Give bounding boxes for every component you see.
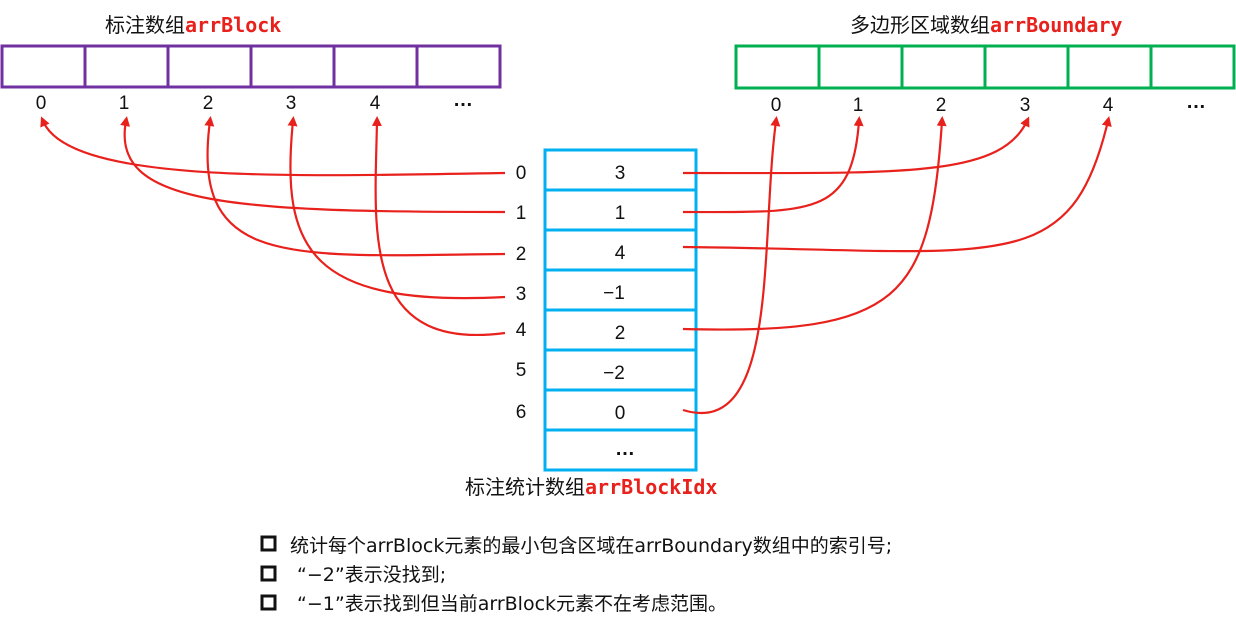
arrblock-index-ellipsis: … bbox=[453, 89, 473, 111]
arrboundary-title-var: arrBoundary bbox=[990, 13, 1122, 37]
arrblockidx-title: 标注统计数组arrBlockIdx bbox=[465, 475, 717, 499]
arrblockidx-value: −1 bbox=[603, 283, 625, 304]
arrblockidx-value: 4 bbox=[615, 243, 626, 264]
arrblockidx-value: 1 bbox=[615, 203, 626, 224]
arrboundary-title: 多边形区域数组arrBoundary bbox=[850, 13, 1122, 37]
arrboundary-cell bbox=[1066, 44, 1153, 90]
arrblockidx-title-cn: 标注统计数组 bbox=[465, 475, 585, 499]
mapping-arrow bbox=[120, 116, 506, 214]
arrblock-array bbox=[0, 44, 502, 89]
arrboundary-title-cn: 多边形区域数组 bbox=[850, 13, 990, 37]
arrboundary-index: 2 bbox=[936, 95, 947, 116]
arrboundary-cell bbox=[817, 44, 904, 90]
arrboundary-index-ellipsis: … bbox=[1186, 91, 1206, 113]
arrblockidx-row-index: 2 bbox=[516, 244, 527, 265]
note-text: “−2”表示没找到; bbox=[297, 564, 446, 586]
arrblockidx-value: 2 bbox=[615, 323, 626, 344]
note-bullet-icon bbox=[260, 535, 277, 552]
arrblock-index: 1 bbox=[119, 93, 130, 114]
arrblock-cell bbox=[166, 44, 253, 89]
notes: 统计每个arrBlock元素的最小包含区域在arrBoundary数组中的索引号… bbox=[260, 535, 892, 615]
arrboundary-indices: 0 1 2 3 4 … bbox=[771, 91, 1206, 116]
arrboundary-cell bbox=[734, 44, 821, 90]
arrboundary-index: 4 bbox=[1103, 95, 1114, 116]
arrblock-cell bbox=[0, 44, 87, 89]
arrblock-index: 2 bbox=[203, 93, 214, 114]
arrboundary-index: 0 bbox=[771, 95, 782, 116]
note-text: “−1”表示找到但当前arrBlock元素不在考虑范围。 bbox=[297, 593, 727, 615]
arrblock-index: 4 bbox=[370, 93, 381, 114]
arrblockidx-row-index: 0 bbox=[516, 163, 527, 184]
arrblock-index: 0 bbox=[36, 93, 47, 114]
arrblockidx-title-var: arrBlockIdx bbox=[585, 475, 717, 499]
note-bullet-icon bbox=[260, 594, 277, 611]
arrboundary-index: 1 bbox=[853, 95, 864, 116]
arrblock-cell bbox=[83, 44, 170, 89]
arrboundary-cell bbox=[983, 44, 1070, 90]
arrboundary-index: 3 bbox=[1020, 95, 1031, 116]
arrboundary-array bbox=[734, 44, 1236, 90]
arrboundary-cell bbox=[900, 44, 987, 90]
arrblockidx-row-indices: 0 1 2 3 4 5 6 bbox=[516, 163, 527, 423]
arrblock-title-var: arrBlock bbox=[185, 13, 281, 37]
arrblock-cell bbox=[249, 44, 336, 89]
arrblockidx-row-index: 4 bbox=[516, 320, 527, 341]
arrblock-indices: 0 1 2 3 4 … bbox=[36, 89, 473, 114]
arrblockidx-value-ellipsis: … bbox=[615, 438, 635, 460]
arrblock-index: 3 bbox=[286, 93, 297, 114]
arrblock-title-cn: 标注数组 bbox=[105, 13, 185, 37]
arrblockidx-row-index: 3 bbox=[516, 284, 527, 305]
arrblockidx-row-index: 1 bbox=[516, 203, 527, 224]
arrblock-cell bbox=[332, 44, 419, 89]
arrblock-cell bbox=[415, 44, 502, 89]
idx-to-boundary-arrows bbox=[682, 116, 1112, 414]
arrblockidx-row-index: 5 bbox=[516, 360, 527, 381]
mapping-arrow bbox=[682, 116, 947, 331]
mapping-arrow bbox=[371, 116, 506, 336]
arrblockidx-value: 3 bbox=[615, 163, 626, 184]
mapping-arrow bbox=[682, 116, 1112, 253]
arrblock-title: 标注数组arrBlock bbox=[105, 13, 281, 37]
arrblockidx-value: −2 bbox=[603, 363, 625, 384]
arrblockidx-row-index: 6 bbox=[516, 402, 527, 423]
block-to-idx-arrows bbox=[40, 116, 506, 336]
mapping-arrow bbox=[204, 116, 506, 257]
mapping-arrow bbox=[40, 116, 506, 177]
arrblockidx-value: 0 bbox=[615, 403, 626, 424]
arrboundary-cell bbox=[1149, 44, 1236, 90]
note-bullet-icon bbox=[260, 565, 277, 582]
diagram-canvas: 标注数组arrBlock 多边形区域数组arrBoundary 0 1 2 3 … bbox=[0, 13, 1236, 615]
note-text: 统计每个arrBlock元素的最小包含区域在arrBoundary数组中的索引号… bbox=[290, 535, 892, 557]
